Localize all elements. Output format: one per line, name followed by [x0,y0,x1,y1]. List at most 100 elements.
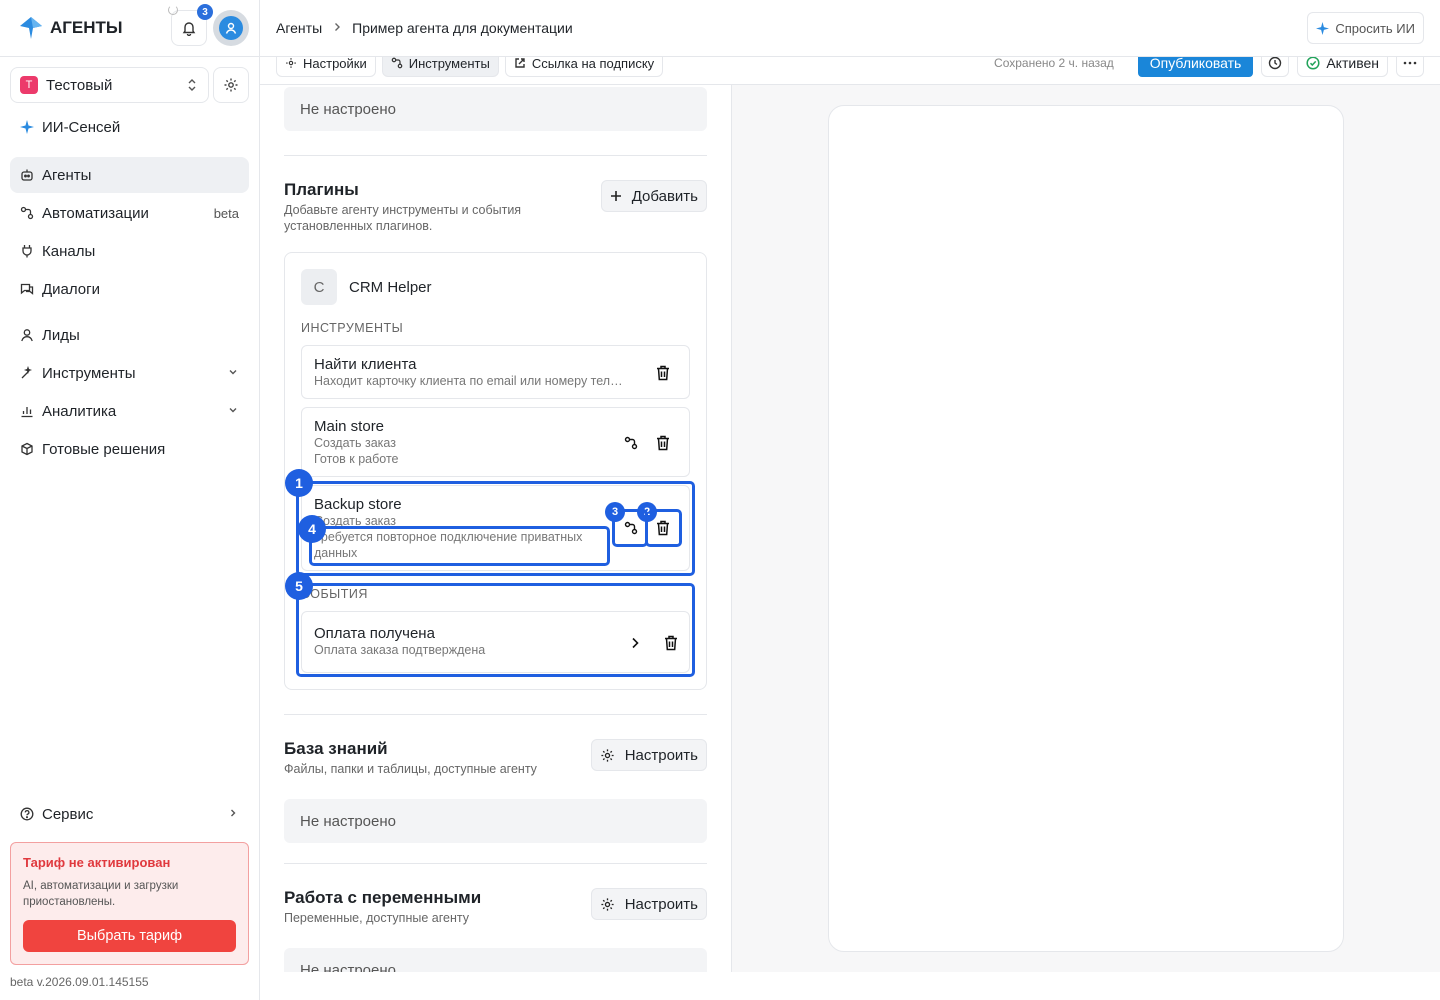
sidebar-item-agents[interactable]: Агенты [10,157,249,193]
sidebar-item-service[interactable]: Сервис [10,796,249,832]
sidebar-item-label: Диалоги [42,280,100,298]
gear-icon [601,748,614,762]
plugin-card: C CRM Helper ИНСТРУМЕНТЫ Найти клиента Н… [284,252,707,690]
workspace-select[interactable]: Т Тестовый [10,67,209,103]
annotation-marker: 3 [605,502,625,522]
tool-description: Находит карточку клиента по email или но… [314,374,623,388]
configure-knowledge-button[interactable]: Настроить [590,739,707,771]
tool-status: Готов к работе [314,452,399,466]
sidebar-item-label: Агенты [42,166,92,184]
tool-item[interactable]: Найти клиента Находит карточку клиента п… [301,345,690,399]
help-circle-icon [20,807,34,821]
sidebar-item-ai-sensei[interactable]: ИИ-Сенсей [10,109,249,145]
check-circle-icon [1306,56,1320,70]
plus-icon [610,191,621,201]
workflow-icon [391,57,403,69]
tariff-banner: Тариф не активирован AI, автоматизации и… [10,842,249,965]
configure-tool-button[interactable] [619,431,643,455]
sidebar-item-label: Сервис [42,805,94,823]
delete-event-button[interactable] [659,631,683,655]
sidebar-item-label: Инструменты [42,364,136,382]
sidebar-item-label: Лиды [42,326,80,344]
trash-icon [665,635,677,651]
delete-tool-button[interactable] [651,361,675,385]
tariff-description: AI, автоматизации и загрузки приостановл… [23,880,179,908]
chat-preview[interactable] [828,105,1344,952]
choose-tariff-button[interactable]: Выбрать тариф [23,920,236,952]
sidebar-item-automations[interactable]: Автоматизации beta [10,195,249,231]
sidebar-item-dialogs[interactable]: Диалоги [10,271,249,307]
external-link-icon [515,58,525,68]
variables-subtitle: Переменные, доступные агенту [284,911,469,925]
analytics-icon [20,404,34,418]
app-root: АГЕНТЫ 3 Т Тестовый ИИ-Сенсей Агенты Авт… [0,0,1440,1000]
user-avatar[interactable] [213,10,249,46]
knowledge-subtitle: Файлы, папки и таблицы, доступные агенту [284,762,537,776]
trash-icon [657,520,669,536]
sparkle-icon [1316,21,1330,35]
tab-label: Ссылка на подписку [531,55,655,71]
delete-tool-button[interactable] [651,516,675,540]
workspace-settings-button[interactable] [213,67,249,103]
topbar: Агенты Пример агента для документации Сп… [260,0,1440,57]
plug-icon [20,244,34,258]
not-configured-value: Не настроено [284,87,707,131]
plugin-avatar: C [301,269,337,305]
workspace-badge: Т [20,76,38,94]
chat-icon [20,282,34,296]
knowledge-value: Не настроено [284,799,707,843]
notifications-badge: 3 [197,4,213,20]
trash-icon [657,365,669,381]
tool-title: Найти клиента [314,356,417,373]
sidebar-item-solutions[interactable]: Готовые решения [10,431,249,467]
button-label: Настроить [624,746,698,764]
sidebar-item-tools[interactable]: Инструменты [10,355,249,391]
divider [284,155,707,156]
logo[interactable]: АГЕНТЫ [18,15,123,41]
preview-panel [732,85,1440,972]
delete-tool-button[interactable] [651,431,675,455]
variables-title: Работа с переменными [284,888,482,907]
tool-description: Создать заказ [314,436,396,450]
tool-description: Создать заказ [314,514,396,528]
workflow-icon [20,206,34,220]
configure-tool-button[interactable] [619,516,643,540]
saved-status: Сохранено 2 ч. назад [994,56,1114,70]
annotation-marker: 5 [285,572,313,600]
configure-variables-button[interactable]: Настроить [590,888,707,920]
breadcrumb-current: Пример агента для документации [352,20,573,36]
sidebar-item-analytics[interactable]: Аналитика [10,393,249,429]
sidebar: АГЕНТЫ 3 Т Тестовый ИИ-Сенсей Агенты Авт… [0,0,260,1000]
event-item[interactable]: Оплата получена Оплата заказа подтвержде… [301,611,690,673]
plugin-name: CRM Helper [349,278,432,296]
event-description: Оплата заказа подтверждена [314,643,486,657]
add-plugin-button[interactable]: Добавить [600,180,707,212]
ask-ai-button[interactable]: Спросить ИИ [1307,12,1424,44]
trash-icon [657,435,669,451]
chevron-down-icon [227,366,239,381]
sparkle-icon [20,120,34,134]
sidebar-item-label: ИИ-Сенсей [42,118,121,136]
bell-icon [182,22,196,36]
logo-text: АГЕНТЫ [50,18,123,37]
knowledge-title: База знаний [284,739,388,758]
chevron-right-icon [227,807,239,822]
sidebar-item-leads[interactable]: Лиды [10,317,249,353]
chevron-right-icon [332,19,342,37]
status-label: Активен [1326,55,1379,71]
gear-icon [601,897,614,911]
breadcrumb-root[interactable]: Агенты [276,20,322,36]
annotation-marker: 2 [637,502,657,522]
tool-item[interactable]: Backup store Создать заказ Требуется пов… [301,485,690,571]
notifications-button[interactable]: 3 [168,4,213,46]
more-horizontal-icon [1403,61,1417,65]
sidebar-item-channels[interactable]: Каналы [10,233,249,269]
annotation-marker: 1 [285,469,313,497]
breadcrumb: Агенты Пример агента для документации [276,19,573,37]
plugins-title: Плагины [284,180,359,199]
workspace-name: Тестовый [46,76,113,94]
tool-item[interactable]: Main store Создать заказ Готов к работе [301,407,690,477]
tariff-title: Тариф не активирован [23,855,171,870]
ask-ai-label: Спросить ИИ [1335,20,1415,36]
open-event-button[interactable] [623,631,647,655]
